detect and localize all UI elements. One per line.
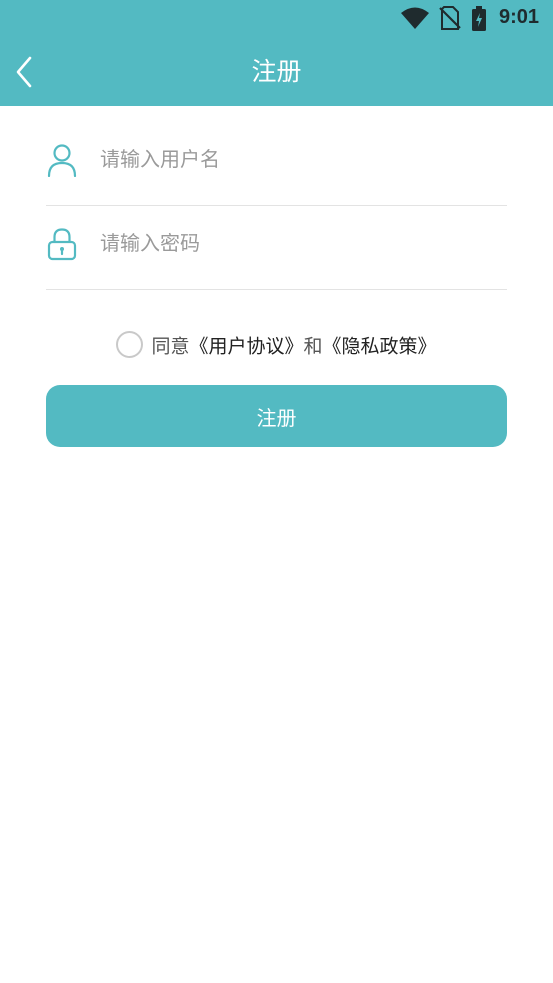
no-sim-icon [439, 6, 461, 30]
lock-icon [47, 228, 77, 261]
user-agreement-link[interactable]: 《用户协议》 [189, 336, 303, 358]
username-input[interactable] [100, 141, 500, 177]
wifi-icon [401, 7, 429, 29]
password-input[interactable] [100, 225, 500, 261]
agreement-row: 同意《用户协议》和《隐私政策》 [0, 327, 553, 365]
agreement-radio[interactable] [116, 331, 144, 358]
privacy-policy-link[interactable]: 《隐私政策》 [323, 336, 437, 358]
register-button[interactable]: 注册 [46, 385, 507, 447]
status-bar: 9:01 [0, 0, 553, 38]
battery-charging-icon [472, 6, 486, 31]
agreement-prefix: 同意 [151, 335, 190, 358]
page-title: 注册 [251, 57, 302, 86]
status-time: 9:01 [498, 6, 539, 28]
password-row [46, 205, 507, 290]
app-header: 9:01 注册 [0, 0, 553, 106]
user-icon [47, 144, 77, 177]
username-row [46, 121, 507, 206]
agreement-conjunction: 和 [303, 335, 323, 358]
